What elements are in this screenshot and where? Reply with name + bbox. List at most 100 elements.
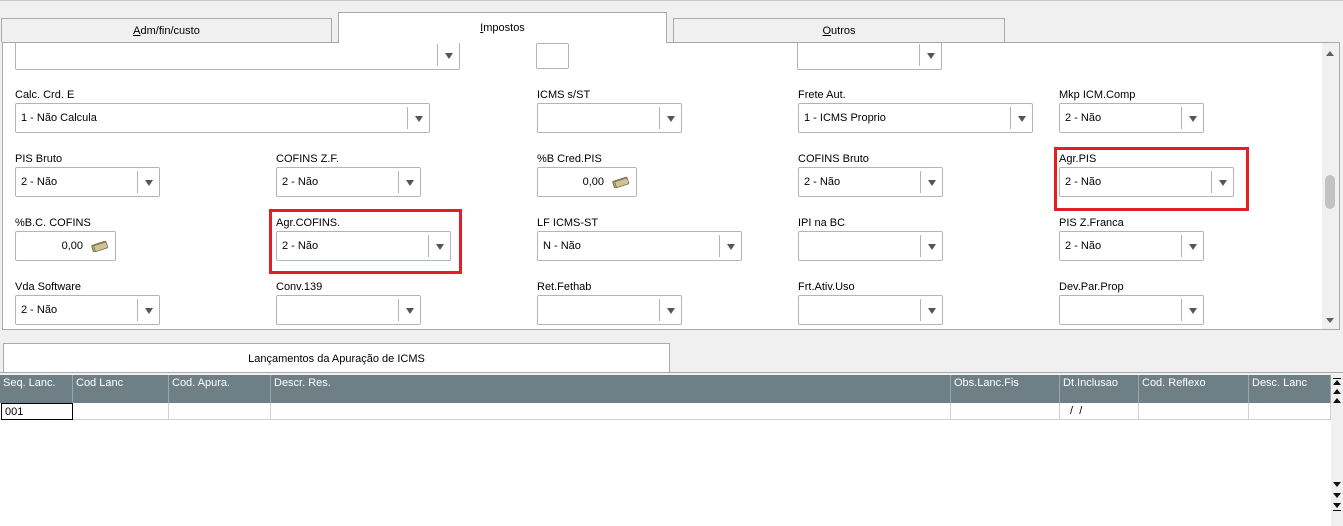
scroll-page-up-icon[interactable] [1332,387,1342,396]
frt-ativ-uso-label: Frt.Ativ.Uso [798,281,855,293]
cell-cod-lanc[interactable] [73,403,169,420]
dropdown-arrow-icon[interactable] [920,299,942,321]
scroll-last-icon[interactable] [1332,502,1342,511]
b-cred-pis-label: %B Cred.PIS [537,153,602,165]
col-header-cod-lanc[interactable]: Cod Lanc [73,375,169,403]
dev-par-prop-label: Dev.Par.Prop [1059,281,1124,293]
tab-label: Adm/fin/custo [133,25,200,37]
ret-fethab-label: Ret.Fethab [537,281,592,293]
col-header-cod-apura[interactable]: Cod. Apura. [169,375,271,403]
dropdown-arrow-icon[interactable] [137,299,159,321]
col-header-desc-lanc[interactable]: Desc. Lanc [1249,375,1331,403]
scroll-first-icon[interactable] [1332,378,1342,387]
scroll-down-icon[interactable] [1326,318,1334,323]
pis-z-franca-select[interactable]: 2 - Não [1059,231,1204,261]
vda-software-select[interactable]: 2 - Não [15,295,160,325]
dropdown-arrow-icon[interactable] [920,235,942,257]
bottom-tab-divider [0,372,1343,373]
ipi-na-bc-select[interactable] [798,231,943,261]
dropdown-arrow-icon[interactable] [398,171,420,193]
agr-cofins-highlight [269,209,462,274]
lancamentos-grid: Seq. Lanc. Cod Lanc Cod. Apura. Descr. R… [0,375,1331,526]
combo-value: 2 - Não [282,176,319,188]
bc-cofins-input[interactable]: 0,00 [15,231,116,261]
agr-pis-highlight [1054,147,1249,211]
cell-seq-lanc[interactable]: 001 [1,403,73,420]
dropdown-arrow-icon[interactable] [719,235,741,257]
combo-value: N - Não [543,240,581,252]
money-icon[interactable] [91,240,109,252]
cofins-zf-select[interactable]: 2 - Não [276,167,421,197]
b-cred-pis-input[interactable]: 0,00 [537,167,637,197]
cell-cod-apura[interactable] [169,403,271,420]
dropdown-arrow-icon[interactable] [920,171,942,193]
bc-cofins-label: %B.C. COFINS [15,217,91,229]
combo-value: 2 - Não [804,176,841,188]
dropdown-arrow-icon[interactable] [919,44,941,66]
tab-impostos[interactable]: Impostos [338,12,667,43]
dropdown-arrow-icon[interactable] [398,299,420,321]
row0-box-2[interactable] [536,43,569,69]
combo-value: 2 - Não [21,304,58,316]
col-header-seq-lanc[interactable]: Seq. Lanc. [0,375,73,403]
lf-icms-st-label: LF ICMS-ST [537,217,599,229]
combo-value: 1 - Não Calcula [21,112,97,124]
ret-fethab-select[interactable] [537,295,682,325]
col-header-descr-res[interactable]: Descr. Res. [271,375,951,403]
scroll-up-icon[interactable] [1332,396,1342,405]
cell-dt-inclusao[interactable]: / / [1060,403,1139,420]
combo-value: 2 - Não [1065,240,1102,252]
lf-icms-st-select[interactable]: N - Não [537,231,742,261]
dropdown-arrow-icon[interactable] [1181,235,1203,257]
scroll-up-icon[interactable] [1326,51,1334,56]
dropdown-arrow-icon[interactable] [659,299,681,321]
frt-ativ-uso-select[interactable] [798,295,943,325]
mkp-icm-comp-label: Mkp ICM.Comp [1059,89,1136,101]
col-header-dt-inclusao[interactable]: Dt.Inclusao [1060,375,1139,403]
scrollbar-thumb[interactable] [1325,175,1335,209]
dropdown-arrow-icon[interactable] [659,107,681,129]
pis-bruto-label: PIS Bruto [15,153,63,165]
cell-cod-reflexo[interactable] [1139,403,1249,420]
row0-combo-3[interactable] [797,43,942,70]
dropdown-arrow-icon[interactable] [1010,107,1032,129]
dropdown-arrow-icon[interactable] [1181,299,1203,321]
dropdown-arrow-icon[interactable] [437,44,459,66]
conv-139-select[interactable] [276,295,421,325]
dropdown-arrow-icon[interactable] [137,171,159,193]
col-header-cod-reflexo[interactable]: Cod. Reflexo [1139,375,1249,403]
cell-desc-lanc[interactable] [1249,403,1331,420]
cell-descr-res[interactable] [271,403,951,420]
pis-bruto-select[interactable]: 2 - Não [15,167,160,197]
dropdown-arrow-icon[interactable] [1181,107,1203,129]
cell-obs-lanc-fis[interactable] [951,403,1060,420]
money-icon[interactable] [612,176,630,188]
col-header-obs-lanc-fis[interactable]: Obs.Lanc.Fis [951,375,1060,403]
tab-adm-fin-custo[interactable]: Adm/fin/custo [1,18,332,42]
combo-value: 1 - ICMS Proprio [804,112,886,124]
combo-value: 2 - Não [1065,112,1102,124]
frete-aut-select[interactable]: 1 - ICMS Proprio [798,103,1033,133]
calc-crd-e-select[interactable]: 1 - Não Calcula [15,103,430,133]
mkp-icm-comp-select[interactable]: 2 - Não [1059,103,1204,133]
cofins-bruto-select[interactable]: 2 - Não [798,167,943,197]
tab-lancamentos-apuracao-icms[interactable]: Lançamentos da Apuração de ICMS [3,343,670,373]
icms-s-st-select[interactable] [537,103,682,133]
panel-scrollbar[interactable] [1322,43,1339,329]
tab-outros[interactable]: Outros [673,18,1005,42]
table-row[interactable]: 001 / / [0,403,1331,420]
grid-scrollbar [1331,375,1343,526]
tab-label: Lançamentos da Apuração de ICMS [248,353,425,365]
tab-label: Outros [822,25,856,37]
scroll-page-down-icon[interactable] [1332,492,1342,501]
impostos-form-panel: Calc. Crd. E 1 - Não Calcula ICMS s/ST F… [2,42,1340,330]
pis-z-franca-label: PIS Z.Franca [1059,217,1124,229]
cofins-zf-label: COFINS Z.F. [276,153,339,165]
scroll-down-icon[interactable] [1332,481,1342,490]
dropdown-arrow-icon[interactable] [407,107,429,129]
ipi-na-bc-label: IPI na BC [798,217,846,229]
cofins-bruto-label: COFINS Bruto [798,153,869,165]
dev-par-prop-select[interactable] [1059,295,1204,325]
row0-combo-1[interactable] [15,43,460,70]
tab-label: Impostos [480,22,525,34]
